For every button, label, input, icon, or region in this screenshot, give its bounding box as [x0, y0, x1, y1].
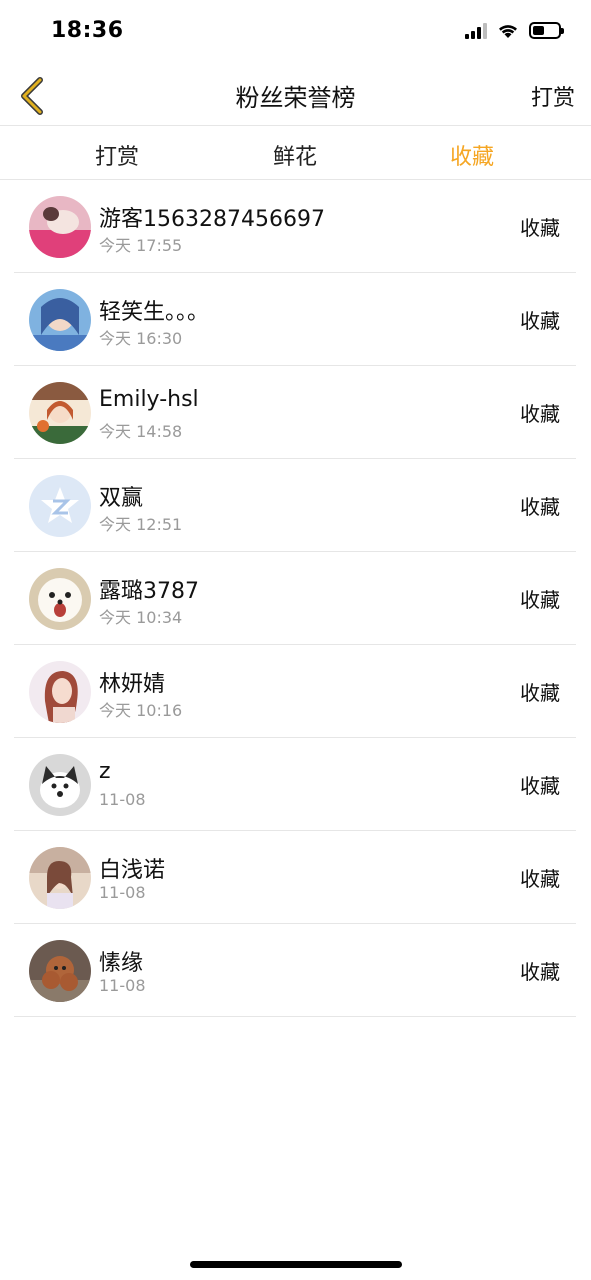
avatar[interactable]	[29, 382, 91, 444]
fan-name: z	[99, 759, 111, 784]
wifi-icon	[499, 24, 517, 38]
favorite-action-label[interactable]: 收藏	[520, 770, 560, 799]
list-item[interactable]: 露璐3787 今天 10:34 收藏	[14, 552, 576, 645]
list-item[interactable]: 双赢今天 12:51 收藏	[14, 459, 576, 552]
fan-time: 11-08	[99, 883, 146, 902]
battery-icon	[529, 22, 564, 39]
avatar[interactable]	[29, 568, 91, 630]
favorite-action-label[interactable]: 收藏	[520, 677, 560, 706]
favorite-action-label[interactable]: 收藏	[520, 398, 560, 427]
fan-time: 今天 17:55	[99, 236, 183, 255]
favorite-action-label[interactable]: 收藏	[520, 305, 560, 334]
list-item[interactable]: 白浅诺 11-08 收藏	[14, 831, 576, 924]
status-icons	[465, 22, 564, 39]
favorite-action-label[interactable]: 收藏	[520, 584, 560, 613]
fan-time: 今天 12:51	[99, 515, 183, 534]
list-item[interactable]: Emily-hsl 今天 14:58 收藏	[14, 366, 576, 459]
fan-name: 双赢	[99, 486, 144, 511]
list-item[interactable]: 愫缘 11-08 收藏	[14, 924, 576, 1017]
list-item[interactable]: 游客1563287456697 今天 17:55 收藏	[14, 180, 576, 273]
fan-time: 11-08	[99, 790, 146, 809]
avatar[interactable]	[29, 847, 91, 909]
avatar[interactable]	[29, 754, 91, 816]
fan-time: 今天 16:30	[99, 329, 183, 348]
favorite-action-label[interactable]: 收藏	[520, 212, 560, 241]
fan-time: 11-08	[99, 976, 146, 995]
fan-name: 林妍婧	[99, 672, 166, 697]
home-indicator	[190, 1261, 402, 1268]
tab-bar: 打赏 鲜花 收藏	[0, 127, 591, 180]
reward-button[interactable]: 打赏	[531, 80, 575, 112]
status-bar: 18:36	[0, 0, 591, 66]
avatar[interactable]	[29, 940, 91, 1002]
fan-name: 露璐3787	[99, 579, 199, 604]
nav-bar: 粉丝荣誉榜 打赏	[0, 66, 591, 126]
fan-name: 游客1563287456697	[99, 207, 325, 232]
fan-time: 今天 14:58	[99, 422, 183, 441]
avatar[interactable]	[29, 196, 91, 258]
fan-name: 愫缘	[99, 951, 144, 976]
screen: 18:36 粉丝荣誉榜 打赏 打赏 鲜花 收藏 游客1563287456697 …	[0, 0, 591, 1280]
avatar[interactable]	[29, 289, 91, 351]
fan-time: 今天 10:16	[99, 701, 183, 720]
battery-level	[533, 26, 544, 35]
fan-name: 轻笑生。。。	[99, 300, 210, 325]
tab-flowers[interactable]: 鲜花	[273, 139, 317, 171]
fan-name: Emily-hsl	[99, 387, 199, 412]
cellular-signal-icon	[465, 22, 487, 39]
list-item[interactable]: 林妍婧今天 10:16 收藏	[14, 645, 576, 738]
avatar[interactable]	[29, 661, 91, 723]
list-item[interactable]: z 11-08 收藏	[14, 738, 576, 831]
favorite-action-label[interactable]: 收藏	[520, 863, 560, 892]
page-title: 粉丝荣誉榜	[235, 84, 356, 112]
favorite-action-label[interactable]: 收藏	[520, 956, 560, 985]
favorite-action-label[interactable]: 收藏	[520, 491, 560, 520]
status-time: 18:36	[51, 18, 124, 43]
tab-favorites[interactable]: 收藏	[450, 139, 494, 171]
fan-time: 今天 10:34	[99, 608, 183, 627]
tab-reward[interactable]: 打赏	[95, 139, 139, 171]
list-item[interactable]: 轻笑生。。。今天 16:30 收藏	[14, 273, 576, 366]
fan-list: 游客1563287456697 今天 17:55 收藏 轻笑生。。。 今天 16:30 收…	[14, 180, 576, 1017]
avatar[interactable]	[29, 475, 91, 537]
fan-name: 白浅诺	[99, 858, 166, 883]
